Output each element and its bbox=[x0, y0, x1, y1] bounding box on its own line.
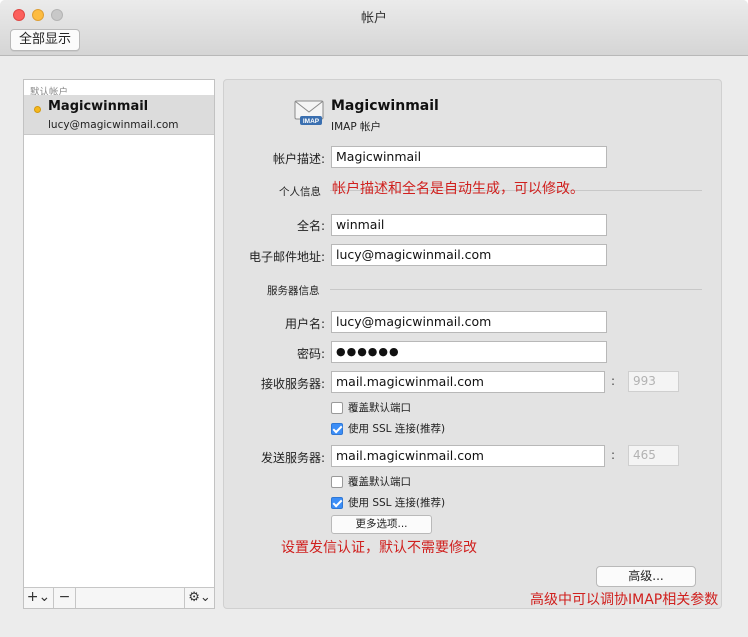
incoming-override-port-checkbox[interactable] bbox=[331, 402, 343, 414]
accounts-window: 帐户 全部显示 默认帐户 Magicwinmail lucy@magicwinm… bbox=[0, 0, 748, 637]
window-title: 帐户 bbox=[360, 11, 387, 26]
incoming-server-label: 接收服务器: bbox=[260, 377, 325, 391]
password-field[interactable]: ●●●●●● bbox=[331, 341, 607, 363]
accounts-sidebar: 默认帐户 Magicwinmail lucy@magicwinmail.com … bbox=[23, 79, 215, 609]
email-field[interactable]: lucy@magicwinmail.com bbox=[331, 244, 607, 266]
outgoing-override-port-checkbox[interactable] bbox=[331, 476, 343, 488]
description-label: 帐户描述: bbox=[272, 152, 325, 166]
outgoing-server-label: 发送服务器: bbox=[260, 451, 325, 465]
annotation-auto-generated: 帐户描述和全名是自动生成，可以修改。 bbox=[332, 181, 584, 197]
email-label: 电子邮件地址: bbox=[248, 250, 325, 264]
show-all-button[interactable]: 全部显示 bbox=[10, 29, 81, 51]
outgoing-server-field[interactable]: mail.magicwinmail.com bbox=[331, 445, 605, 467]
remove-account-button[interactable]: − bbox=[54, 588, 76, 608]
sidebar-account-email: lucy@magicwinmail.com bbox=[48, 119, 179, 131]
full-name-field[interactable]: winmail bbox=[331, 214, 607, 236]
incoming-server-field[interactable]: mail.magicwinmail.com bbox=[331, 371, 605, 393]
server-info-divider bbox=[330, 289, 702, 290]
password-label: 密码: bbox=[296, 347, 325, 361]
incoming-ssl-checkbox[interactable] bbox=[331, 423, 343, 435]
account-type: IMAP 帐户 bbox=[331, 121, 382, 133]
incoming-port-colon: : bbox=[611, 374, 616, 388]
sidebar-toolbar: +⌄ − ⚙⌄ bbox=[24, 587, 214, 608]
incoming-port-field[interactable]: 993 bbox=[628, 371, 679, 392]
username-label: 用户名: bbox=[284, 317, 325, 331]
annotation-advanced-imap: 高级中可以调协IMAP相关参数 bbox=[530, 592, 719, 608]
account-title: Magicwinmail bbox=[331, 98, 439, 114]
sidebar-account-item[interactable]: Magicwinmail lucy@magicwinmail.com bbox=[24, 95, 214, 135]
more-options-button[interactable]: 更多选项... bbox=[331, 515, 432, 534]
imap-mail-icon: IMAP bbox=[294, 100, 324, 125]
outgoing-override-port-label: 覆盖默认端口 bbox=[348, 476, 411, 488]
full-name-label: 全名: bbox=[296, 219, 325, 233]
account-detail-panel: IMAP Magicwinmail IMAP 帐户 帐户描述: Magicwin… bbox=[223, 79, 722, 609]
account-status-dot-icon bbox=[34, 106, 41, 113]
outgoing-ssl-label: 使用 SSL 连接(推荐) bbox=[348, 497, 446, 509]
outgoing-ssl-checkbox[interactable] bbox=[331, 497, 343, 509]
personal-info-section-label: 个人信息 bbox=[279, 186, 321, 198]
incoming-ssl-label: 使用 SSL 连接(推荐) bbox=[348, 423, 446, 435]
username-field[interactable]: lucy@magicwinmail.com bbox=[331, 311, 607, 333]
description-field[interactable]: Magicwinmail bbox=[331, 146, 607, 168]
sidebar-account-name: Magicwinmail bbox=[48, 99, 149, 114]
outgoing-port-colon: : bbox=[611, 448, 616, 462]
add-account-button[interactable]: +⌄ bbox=[24, 588, 54, 608]
title-bar: 帐户 全部显示 bbox=[0, 0, 748, 56]
outgoing-port-field[interactable]: 465 bbox=[628, 445, 679, 466]
annotation-auth-settings: 设置发信认证，默认不需要修改 bbox=[281, 540, 477, 556]
advanced-button[interactable]: 高级... bbox=[596, 566, 696, 587]
server-info-section-label: 服务器信息 bbox=[267, 285, 320, 297]
incoming-override-port-label: 覆盖默认端口 bbox=[348, 402, 411, 414]
gear-menu-button[interactable]: ⚙⌄ bbox=[184, 588, 214, 608]
svg-text:IMAP: IMAP bbox=[303, 118, 320, 125]
